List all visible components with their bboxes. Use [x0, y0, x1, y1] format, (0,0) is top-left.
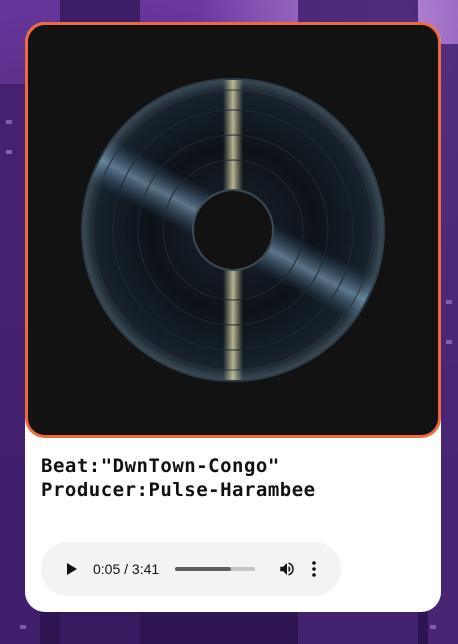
- audio-player: 0:05 / 3:41: [41, 542, 341, 596]
- background-window: [20, 625, 26, 629]
- time-display: 0:05 / 3:41: [93, 561, 159, 577]
- background-window: [6, 120, 12, 124]
- album-art: [25, 22, 441, 438]
- producer-line: Producer: Pulse-Harambee: [41, 478, 431, 502]
- track-info: Beat: "DwnTown-Congo" Producer: Pulse-Hara…: [41, 454, 431, 502]
- duration: 3:41: [131, 561, 160, 577]
- play-button[interactable]: [63, 560, 81, 578]
- producer-name: Pulse-Harambee: [148, 479, 316, 501]
- background-window: [446, 340, 452, 344]
- beat-label: Beat:: [41, 455, 101, 477]
- beat-title: "DwnTown-Congo": [100, 455, 280, 477]
- background-window: [446, 300, 452, 304]
- volume-icon: [280, 562, 294, 576]
- more-options-button[interactable]: [309, 559, 319, 579]
- background-window: [6, 150, 12, 154]
- more-vert-icon: [312, 561, 316, 577]
- vinyl-record-image: [81, 78, 385, 382]
- progress-fill: [175, 567, 232, 571]
- beat-line: Beat: "DwnTown-Congo": [41, 454, 431, 478]
- current-time: 0:05: [93, 561, 121, 577]
- progress-bar[interactable]: [175, 567, 256, 571]
- producer-label: Producer:: [41, 479, 149, 501]
- time-separator: /: [120, 561, 132, 577]
- music-card: Beat: "DwnTown-Congo" Producer: Pulse-Hara…: [25, 22, 441, 612]
- volume-button[interactable]: [277, 559, 297, 579]
- play-icon: [67, 563, 77, 575]
- background-window: [430, 625, 436, 629]
